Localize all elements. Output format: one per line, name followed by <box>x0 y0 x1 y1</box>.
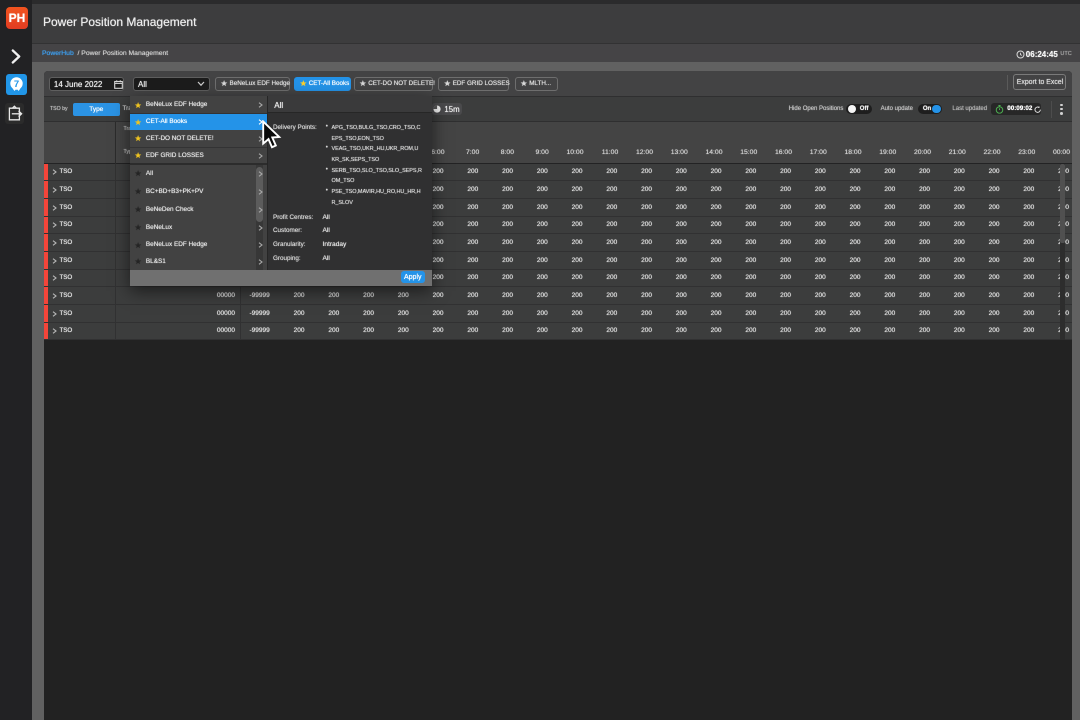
svg-text:7: 7 <box>14 79 19 90</box>
